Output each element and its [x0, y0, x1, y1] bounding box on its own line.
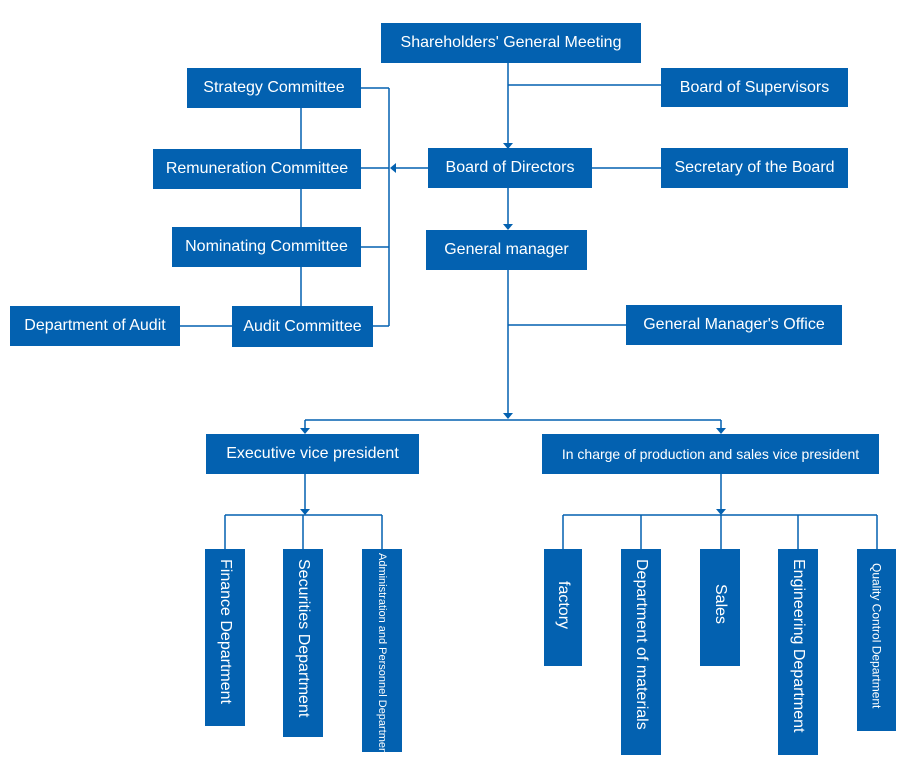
node-production-sales-vice-president: In charge of production and sales vice p…	[542, 434, 879, 474]
node-securities-department: Securities Department	[283, 549, 323, 737]
node-board-of-directors: Board of Directors	[428, 148, 592, 188]
node-strategy-committee: Strategy Committee	[187, 68, 361, 108]
node-department-of-materials: Department of materials	[621, 549, 661, 755]
node-general-managers-office: General Manager's Office	[626, 305, 842, 345]
node-secretary-of-board: Secretary of the Board	[661, 148, 848, 188]
node-executive-vice-president: Executive vice president	[206, 434, 419, 474]
arrow-to-pvp-depts	[716, 509, 726, 515]
node-shareholders-meeting: Shareholders' General Meeting	[381, 23, 641, 63]
node-engineering-department: Engineering Department	[778, 549, 818, 755]
node-administration-personnel-department: Administration and Personnel Department	[362, 549, 402, 757]
node-sales: Sales	[700, 549, 740, 666]
arrow-to-evp-depts	[300, 509, 310, 515]
arrow-to-vp-bus	[503, 413, 513, 419]
node-quality-control-department: Quality Control Department	[857, 549, 896, 731]
node-audit-committee: Audit Committee	[232, 306, 373, 347]
node-general-manager: General manager	[426, 230, 587, 270]
node-board-of-supervisors: Board of Supervisors	[661, 68, 848, 107]
arrow-to-committees	[390, 163, 396, 173]
node-factory: factory	[544, 549, 582, 666]
node-department-of-audit: Department of Audit	[10, 306, 180, 346]
node-remuneration-committee: Remuneration Committee	[153, 149, 361, 189]
node-nominating-committee: Nominating Committee	[172, 227, 361, 267]
node-finance-department: Finance Department	[205, 549, 245, 726]
org-chart-connectors	[180, 63, 878, 549]
